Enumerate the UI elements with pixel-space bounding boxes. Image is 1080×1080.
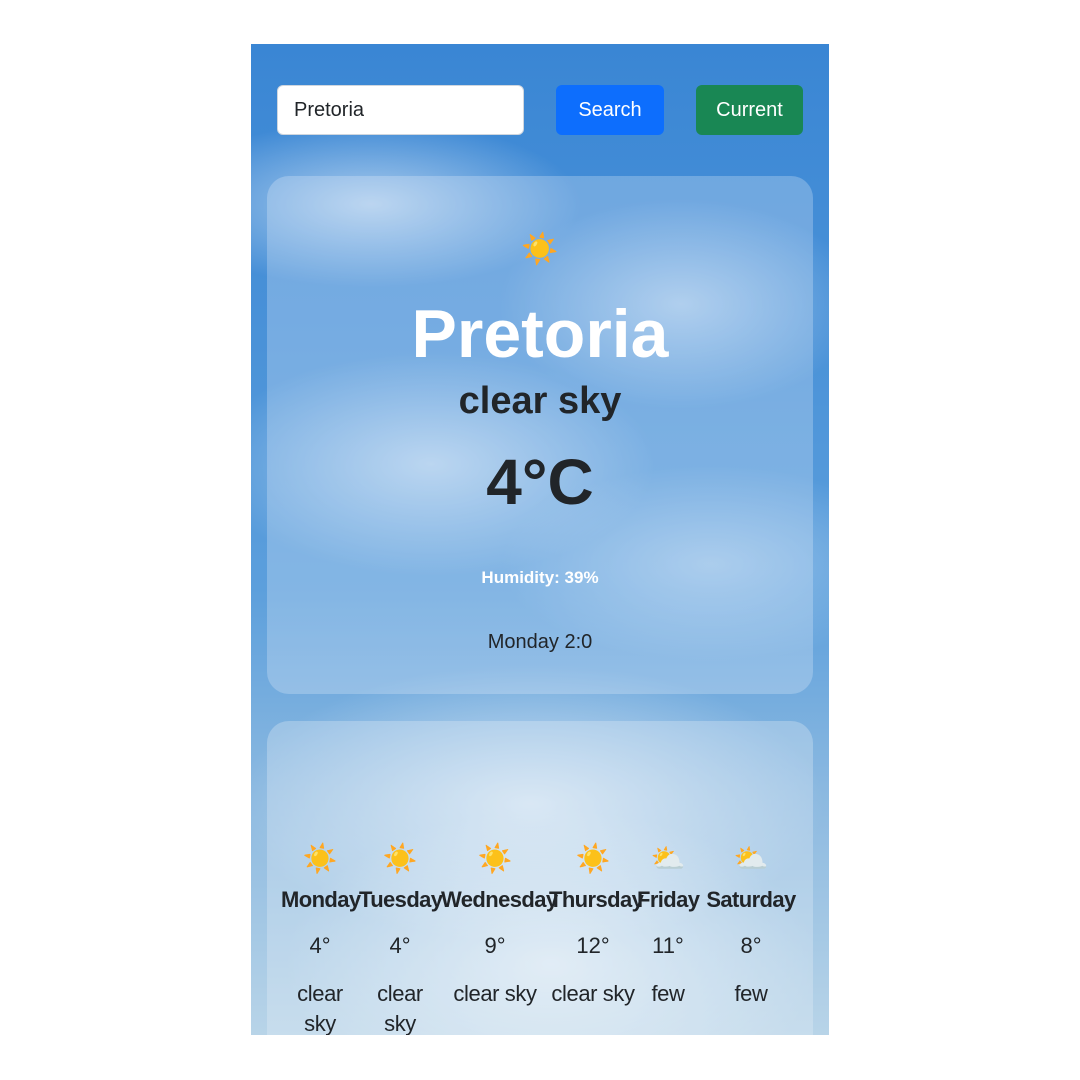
forecast-description: clear sky xyxy=(297,981,343,1035)
humidity-label: Humidity: xyxy=(481,568,560,587)
forecast-day-name: Tuesday xyxy=(359,887,443,912)
forecast-day: ☀️ Tuesday 4° clear sky xyxy=(359,839,443,1035)
forecast-description: few xyxy=(734,981,768,1006)
forecast-temperature: 11° xyxy=(652,933,684,958)
forecast-day-name: Friday xyxy=(637,887,700,912)
forecast-temperature: 4° xyxy=(389,933,411,958)
city-search-input[interactable] xyxy=(277,85,524,135)
forecast-description: clear sky xyxy=(453,981,537,1006)
sun-icon: ☀️ xyxy=(521,233,559,266)
current-location-button[interactable]: Current xyxy=(696,85,803,135)
search-button[interactable]: Search xyxy=(556,85,664,135)
sun-icon: ☀️ xyxy=(477,843,513,874)
forecast-description: few xyxy=(651,981,685,1006)
forecast-day: ☀️ Monday 4° clear sky xyxy=(281,839,361,1035)
partly-cloudy-icon: ⛅ xyxy=(650,843,686,874)
forecast-day: ⛅ Friday 11° few xyxy=(637,839,700,1009)
forecast-day-name: Monday xyxy=(281,887,361,912)
weather-app: Search Current ☀️ Pretoria clear sky 4°C… xyxy=(251,44,829,1035)
forecast-temperature: 12° xyxy=(576,933,610,958)
forecast-day-name: Wednesday xyxy=(441,887,558,912)
forecast-card: ☀️ Monday 4° clear sky ☀️ Tuesday 4° cle… xyxy=(267,721,813,1035)
sun-icon: ☀️ xyxy=(302,843,338,874)
local-time: Monday 2:0 xyxy=(487,631,593,653)
forecast-day-name: Thursday xyxy=(549,887,644,912)
sun-icon: ☀️ xyxy=(575,843,611,874)
city-name: Pretoria xyxy=(411,296,669,372)
forecast-day-name: Saturday xyxy=(706,887,796,912)
sun-icon: ☀️ xyxy=(382,843,418,874)
forecast-description: clear sky xyxy=(377,981,423,1035)
forecast-temperature: 4° xyxy=(309,933,331,958)
current-temperature: 4°C xyxy=(486,446,594,518)
forecast-day: ☀️ Thursday 12° clear sky xyxy=(549,839,644,1009)
search-bar: Search Current xyxy=(277,85,803,135)
partly-cloudy-icon: ⛅ xyxy=(733,843,769,874)
humidity-readout: Humidity: 39% xyxy=(267,566,813,590)
forecast-day: ⛅ Saturday 8° few xyxy=(705,839,797,1009)
humidity-value: 39% xyxy=(564,568,599,587)
weather-description: clear sky xyxy=(458,380,622,422)
current-weather-card: ☀️ Pretoria clear sky 4°C Humidity: 39% … xyxy=(267,176,813,694)
forecast-temperature: 9° xyxy=(484,933,506,958)
forecast-description: clear sky xyxy=(551,981,635,1006)
forecast-temperature: 8° xyxy=(740,933,762,958)
forecast-day: ☀️ Wednesday 9° clear sky xyxy=(441,839,558,1009)
